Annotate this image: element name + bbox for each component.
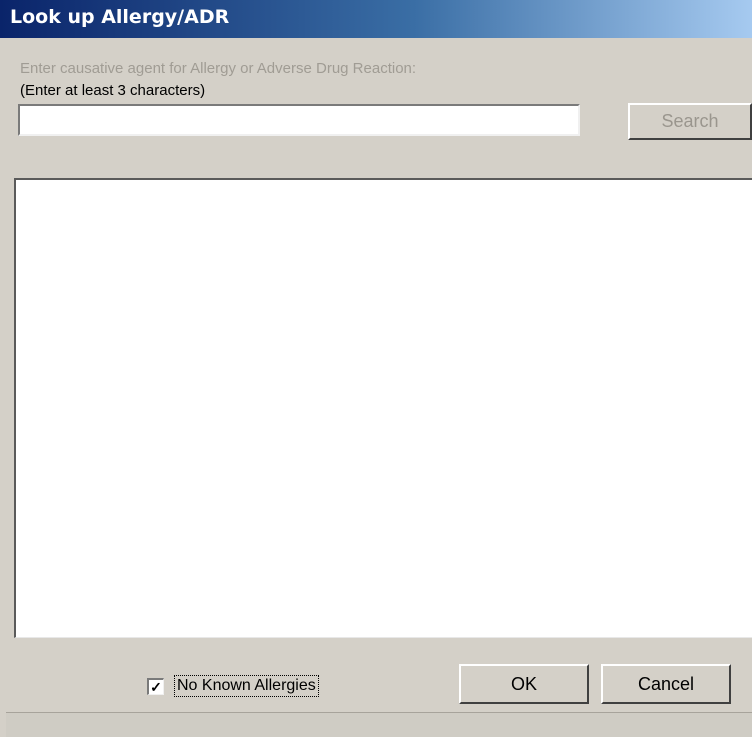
no-known-allergies-label[interactable]: No Known Allergies	[174, 675, 319, 697]
checkbox-box[interactable]: ✓	[147, 677, 164, 695]
status-bar	[6, 712, 752, 737]
window-title: Look up Allergy/ADR	[10, 6, 230, 28]
checkmark-icon: ✓	[150, 678, 162, 695]
no-known-allergies-checkbox[interactable]: ✓ No Known Allergies	[147, 674, 319, 698]
search-button[interactable]: Search	[628, 103, 752, 140]
search-instruction-label: Enter causative agent for Allergy or Adv…	[20, 60, 417, 77]
ok-button[interactable]: OK	[459, 664, 589, 704]
cancel-button[interactable]: Cancel	[601, 664, 731, 704]
causative-agent-input[interactable]	[18, 104, 580, 136]
title-bar[interactable]: Look up Allergy/ADR	[0, 0, 752, 38]
results-list[interactable]	[14, 178, 752, 638]
search-hint-label: (Enter at least 3 characters)	[20, 82, 206, 99]
